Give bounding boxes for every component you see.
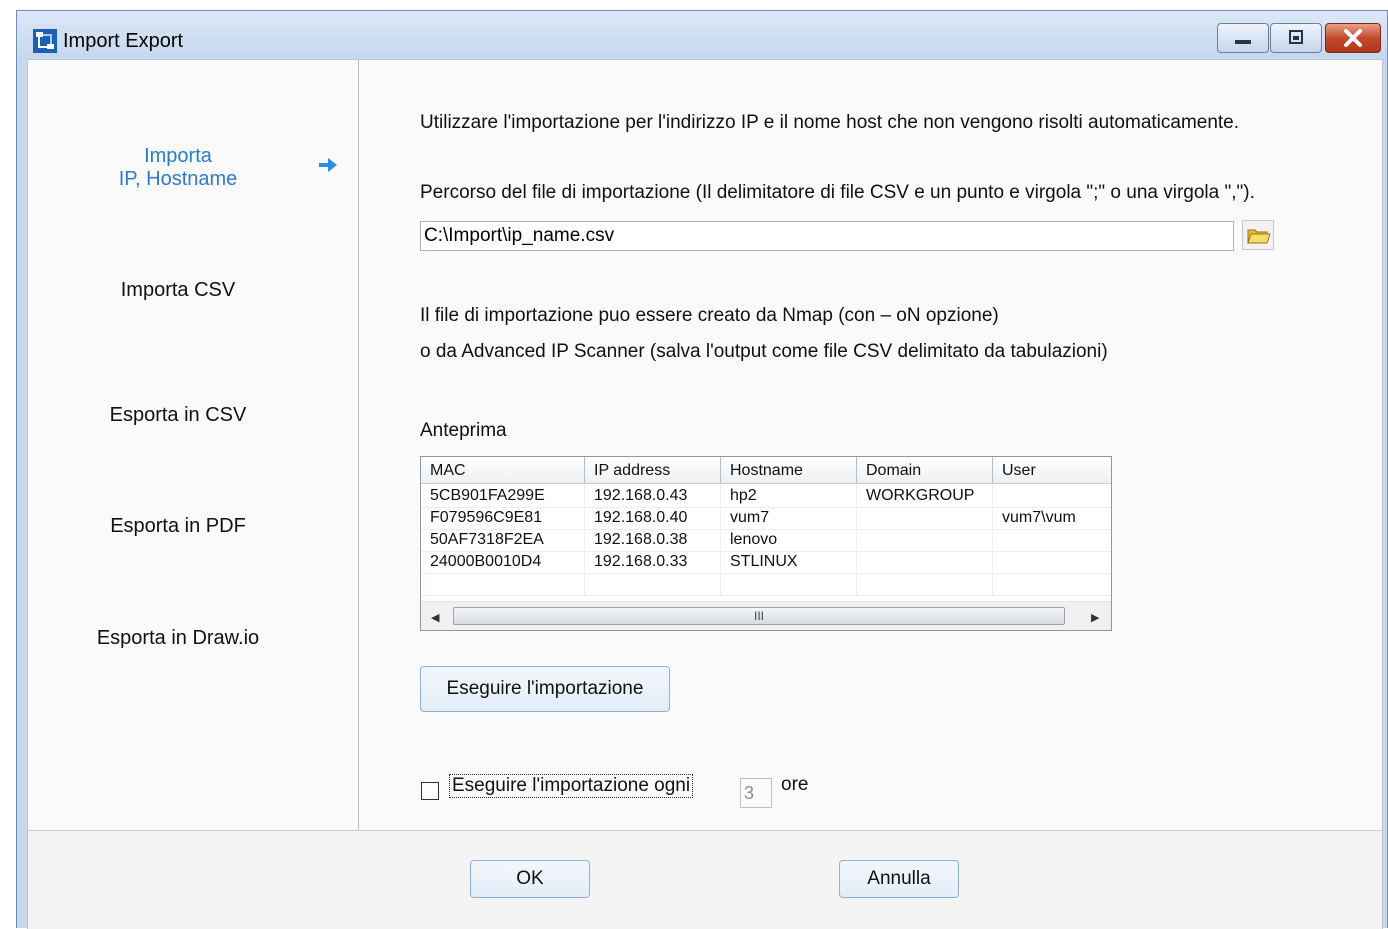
ok-button[interactable]: OK	[470, 860, 590, 898]
table-row[interactable]: 50AF7318F2EA 192.168.0.38 lenovo	[421, 529, 1111, 552]
cell-user: vum7\vum	[1002, 509, 1076, 526]
horizontal-scrollbar[interactable]: ◀ III ▶	[421, 601, 1111, 630]
column-header-ip[interactable]: IP address	[585, 457, 721, 483]
table-row-empty	[421, 573, 1111, 596]
cell-user	[993, 551, 1111, 573]
column-header-hostname[interactable]: Hostname	[721, 457, 857, 483]
cell-ip: 192.168.0.38	[585, 529, 721, 551]
info-text-line2: o da Advanced IP Scanner (salva l'output…	[420, 341, 1108, 362]
cell-ip: 192.168.0.33	[585, 551, 721, 573]
cell-hostname: vum7	[721, 507, 857, 529]
sidebar-item-import-csv[interactable]: Importa CSV	[28, 279, 328, 302]
cell-hostname: STLINUX	[721, 551, 857, 573]
browse-button[interactable]	[1242, 220, 1274, 250]
app-network-icon	[33, 29, 57, 53]
minimize-button[interactable]	[1217, 23, 1269, 53]
scroll-right-icon[interactable]: ▶	[1091, 611, 1099, 624]
table-header: MAC IP address Hostname Domain User	[421, 457, 1111, 484]
preview-label: Anteprima	[420, 420, 507, 441]
scroll-thumb[interactable]: III	[453, 607, 1065, 625]
cell-domain	[857, 529, 993, 551]
cell-domain: WORKGROUP	[857, 485, 993, 507]
cell-hostname: hp2	[721, 485, 857, 507]
run-import-button[interactable]: Eseguire l'importazione	[420, 666, 670, 712]
cell-domain	[857, 551, 993, 573]
cell-mac: 24000B0010D4	[421, 551, 585, 573]
cell-user	[993, 529, 1111, 551]
sidebar: Importa IP, Hostname Importa CSV Esporta…	[28, 60, 359, 830]
close-icon	[1344, 29, 1362, 47]
cell-hostname: lenovo	[721, 529, 857, 551]
maximize-button[interactable]	[1270, 23, 1322, 53]
column-header-user[interactable]: User	[993, 457, 1111, 483]
import-ip-panel: Utilizzare l'importazione per l'indirizz…	[359, 60, 1382, 830]
sidebar-item-label-line2: IP, Hostname	[118, 168, 238, 190]
scroll-thumb-grip: III	[753, 609, 764, 623]
cell-ip: 192.168.0.40	[585, 507, 721, 529]
sidebar-item-import-ip-hostname[interactable]: Importa IP, Hostname	[28, 145, 328, 191]
table-row[interactable]: F079596C9E81 192.168.0.40 vum7 vum7\vum	[421, 507, 1111, 530]
column-header-domain[interactable]: Domain	[857, 457, 993, 483]
dialog-client-area: Importa IP, Hostname Importa CSV Esporta…	[27, 59, 1383, 929]
scroll-left-icon[interactable]: ◀	[431, 611, 439, 624]
import-export-window: Import Export Importa IP, Hostname Impor…	[16, 10, 1388, 929]
close-button[interactable]	[1325, 23, 1381, 53]
preview-table[interactable]: MAC IP address Hostname Domain User 5CB9…	[420, 456, 1112, 631]
arrow-right-icon	[319, 158, 337, 172]
cell-mac: 50AF7318F2EA	[421, 529, 585, 551]
cell-mac: F079596C9E81	[421, 507, 585, 529]
column-header-mac[interactable]: MAC	[421, 457, 585, 483]
cell-user	[993, 485, 1111, 507]
path-label: Percorso del file di importazione (Il de…	[420, 182, 1255, 203]
schedule-import-label[interactable]: Eseguire l'importazione ogni	[449, 774, 694, 798]
maximize-icon	[1289, 30, 1303, 44]
cell-ip: 192.168.0.43	[585, 485, 721, 507]
sidebar-item-label-line1: Importa	[144, 145, 212, 167]
hours-unit-label: ore	[781, 774, 809, 795]
sidebar-item-export-csv[interactable]: Esporta in CSV	[28, 404, 328, 427]
sidebar-item-export-drawio[interactable]: Esporta in Draw.io	[28, 627, 328, 650]
import-path-input[interactable]	[420, 221, 1234, 251]
table-row[interactable]: 24000B0010D4 192.168.0.33 STLINUX	[421, 551, 1111, 574]
table-row[interactable]: 5CB901FA299E 192.168.0.43 hp2 WORKGROUP	[421, 485, 1111, 508]
cancel-button[interactable]: Annulla	[839, 860, 959, 898]
window-title: Import Export	[63, 30, 184, 52]
footer-bar: OK Annulla	[28, 830, 1382, 929]
title-bar: Import Export	[17, 11, 1387, 59]
cell-domain	[857, 507, 993, 529]
intro-text: Utilizzare l'importazione per l'indirizz…	[420, 112, 1240, 133]
sidebar-item-export-pdf[interactable]: Esporta in PDF	[28, 515, 328, 538]
folder-icon	[1242, 220, 1274, 250]
minimize-icon	[1235, 40, 1251, 44]
info-text-line1: Il file di importazione puo essere creat…	[420, 305, 999, 326]
cell-mac: 5CB901FA299E	[421, 485, 585, 507]
schedule-import-checkbox[interactable]	[421, 782, 439, 800]
hours-input[interactable]: 3	[740, 778, 772, 808]
